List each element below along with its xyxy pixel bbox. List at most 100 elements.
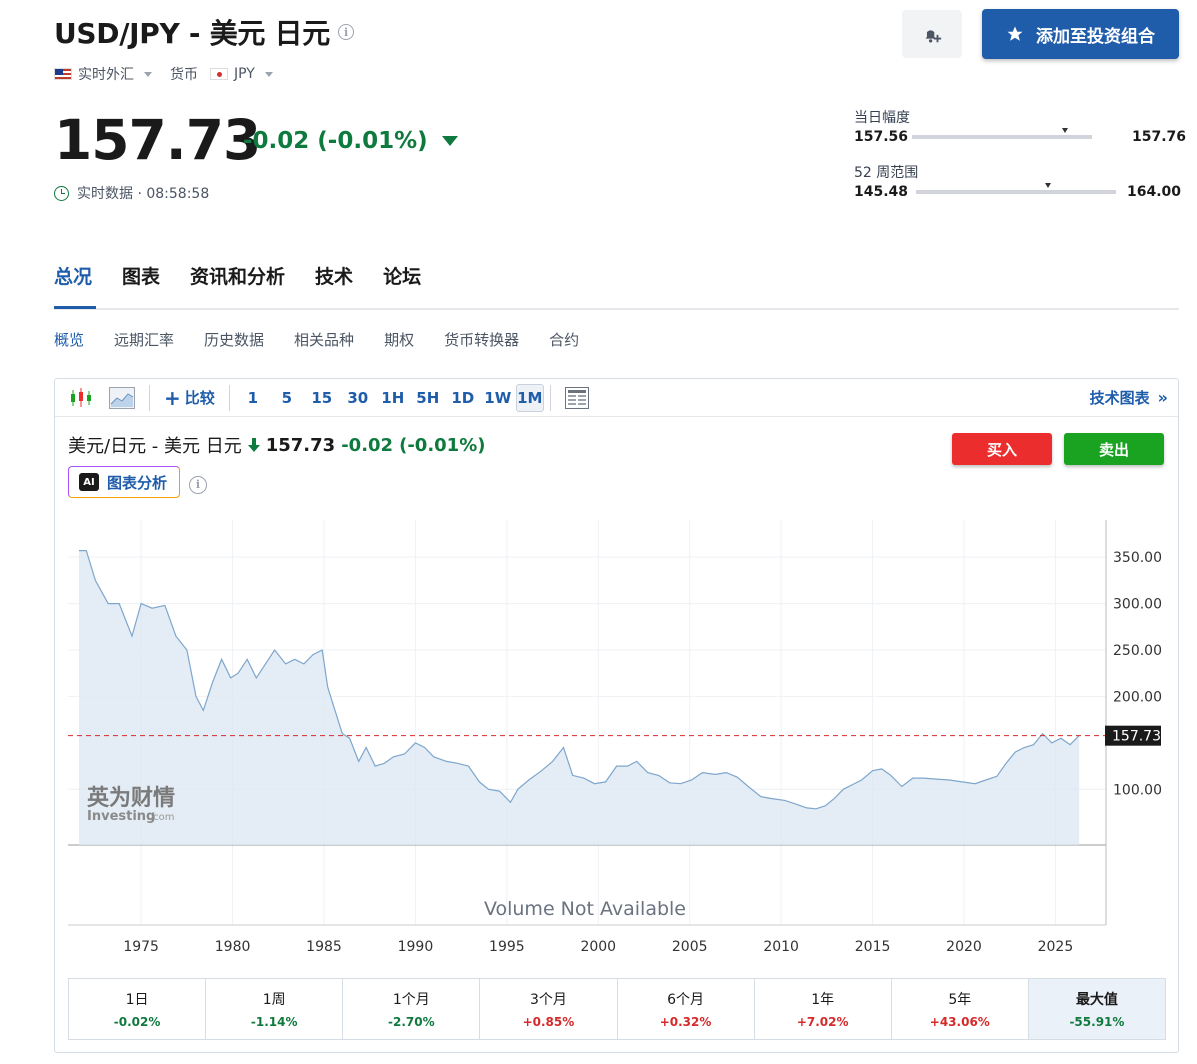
watermark-suffix: .com (150, 812, 175, 823)
ai-chart-analysis-button[interactable]: AI 图表分析 (68, 466, 180, 498)
active-tab-indicator (54, 306, 96, 309)
bell-plus-icon (925, 30, 942, 43)
page-title: USD/JPY - 美元 日元 i (54, 12, 354, 52)
tech-chart-label: 技术图表 (1089, 389, 1150, 407)
subtab-overview[interactable]: 概览 (54, 329, 84, 350)
info-icon[interactable]: i (189, 473, 207, 494)
candlestick-icon[interactable] (61, 384, 101, 412)
subtab-related[interactable]: 相关品种 (294, 329, 354, 350)
performance-period: 1年 (811, 992, 835, 1008)
y-tick-label: 350.00 (1113, 550, 1162, 566)
layout-icon[interactable] (557, 384, 597, 412)
performance-value: -1.14% (250, 1015, 298, 1029)
week52-range-low: 145.48 (854, 184, 909, 200)
down-arrow-icon (441, 136, 458, 146)
performance-cell[interactable]: 5年 +43.06% (892, 979, 1029, 1039)
interval-5[interactable]: 5 (270, 384, 304, 412)
performance-period: 1日 (125, 992, 149, 1008)
price-chart[interactable]: 350.00300.00250.00200.00100.00 1975 1980 1… (55, 515, 1178, 960)
chevron-down-icon[interactable] (264, 71, 273, 77)
performance-strip: 1日 -0.02% 1周 -1.14% 1个月 -2.70% 3个月 +0.85% 6个月 +0.… (68, 978, 1166, 1040)
compare-label: 比较 (184, 389, 215, 407)
x-tick-label: 1985 (306, 939, 342, 955)
interval-1m[interactable]: 1M (515, 383, 544, 412)
arrow-down-icon (247, 438, 260, 452)
change-percent: (-0.01%) (317, 128, 428, 154)
clock-icon (54, 185, 69, 201)
watermark-en: Investing (87, 809, 155, 824)
week52-range-high: 164.00 (1127, 184, 1182, 200)
x-tick-label: 2005 (672, 939, 708, 955)
interval-15[interactable]: 15 (304, 384, 340, 412)
performance-period: 5年 (948, 992, 972, 1008)
performance-cell[interactable]: 6个月 +0.32% (618, 979, 755, 1039)
x-axis: 1975 1980 1985 1990 1995 2000 2005 2010 2015 2020… (123, 939, 1073, 955)
tabs-divider (54, 308, 1179, 310)
ai-chart-analysis-label: 图表分析 (107, 473, 168, 492)
chart-price: 157.73 (265, 434, 336, 456)
currency-label[interactable]: JPY (234, 66, 255, 82)
chart-change: -0.02 (341, 434, 394, 456)
subtab-contracts[interactable]: 合约 (549, 329, 579, 350)
performance-cell[interactable]: 1年 +7.02% (755, 979, 892, 1039)
interval-1d[interactable]: 1D (446, 384, 480, 412)
interval-1h[interactable]: 1H (376, 384, 410, 412)
performance-cell[interactable]: 1日 -0.02% (69, 979, 207, 1039)
subtab-options[interactable]: 期权 (384, 329, 414, 350)
tab-technical[interactable]: 技术 (315, 262, 353, 289)
interval-5h[interactable]: 5H (410, 384, 446, 412)
tech-chart-link[interactable]: 技术图表 » (1090, 387, 1168, 408)
performance-value: +43.06% (929, 1015, 990, 1029)
interval-30[interactable]: 30 (340, 384, 376, 412)
tab-forum[interactable]: 论坛 (383, 262, 421, 289)
realtime-text: 实时数据 · 08:58:58 (77, 186, 210, 202)
performance-period: 6个月 (667, 992, 705, 1008)
subtab-historical-data[interactable]: 历史数据 (204, 329, 264, 350)
x-tick-label: 2010 (763, 939, 799, 955)
price-alert-button[interactable] (902, 10, 962, 58)
interval-1[interactable]: 1 (236, 384, 270, 412)
info-icon[interactable]: i (337, 24, 354, 40)
performance-value: -0.02% (113, 1015, 161, 1029)
performance-value: -55.91% (1069, 1015, 1125, 1029)
us-flag-icon (54, 68, 72, 80)
subtab-forward-rates[interactable]: 远期汇率 (114, 329, 174, 350)
chevron-down-icon[interactable] (144, 71, 152, 77)
y-tick-label: 250.00 (1113, 643, 1162, 659)
add-to-portfolio-button[interactable]: 添加至投资组合 (982, 9, 1179, 59)
week52-range-label: 52 周范围 (854, 165, 919, 181)
performance-value: +0.85% (522, 1015, 575, 1029)
last-price-badge-text: 157.73 (1112, 729, 1161, 745)
toolbar-divider (549, 384, 551, 411)
performance-cell[interactable]: 1周 -1.14% (206, 979, 344, 1039)
sub-tabs: 概览 远期汇率 历史数据 相关品种 期权 货币转换器 合约 (54, 329, 579, 350)
chart-instrument-name: 美元/日元 - 美元 日元 (68, 436, 242, 457)
area-chart-icon[interactable] (101, 384, 143, 412)
x-tick-label: 1980 (215, 939, 251, 955)
performance-cell[interactable]: 3个月 +0.85% (480, 979, 618, 1039)
subtab-converter[interactable]: 货币转换器 (444, 329, 519, 350)
y-tick-label: 200.00 (1113, 689, 1162, 705)
interval-1w[interactable]: 1W (480, 384, 516, 412)
buy-button[interactable]: 买入 (952, 433, 1052, 465)
compare-button[interactable]: + 比较 (156, 384, 223, 412)
page-title-text: USD/JPY - 美元 日元 (54, 17, 330, 50)
day-range-label: 当日幅度 (854, 110, 910, 126)
toolbar-divider (149, 384, 150, 411)
market-label[interactable]: 实时外汇 (78, 64, 134, 84)
tab-news[interactable]: 资讯和分析 (190, 262, 285, 289)
x-tick-label: 1995 (489, 939, 525, 955)
toolbar-divider (228, 384, 230, 411)
watermark: 英为财情 Investing .com (87, 785, 175, 824)
day-range-bar (912, 135, 1092, 139)
performance-value: +7.02% (796, 1015, 849, 1029)
watermark-cn: 英为财情 (87, 785, 175, 811)
star-icon (1007, 26, 1023, 41)
performance-cell[interactable]: 最大值 -55.91% (1028, 979, 1165, 1039)
performance-value: +0.32% (659, 1015, 712, 1029)
tab-overview[interactable]: 总况 (54, 262, 92, 289)
performance-value: -2.70% (388, 1015, 435, 1029)
sell-button[interactable]: 卖出 (1064, 433, 1164, 465)
tab-chart[interactable]: 图表 (122, 262, 160, 289)
performance-cell[interactable]: 1个月 -2.70% (343, 979, 481, 1039)
